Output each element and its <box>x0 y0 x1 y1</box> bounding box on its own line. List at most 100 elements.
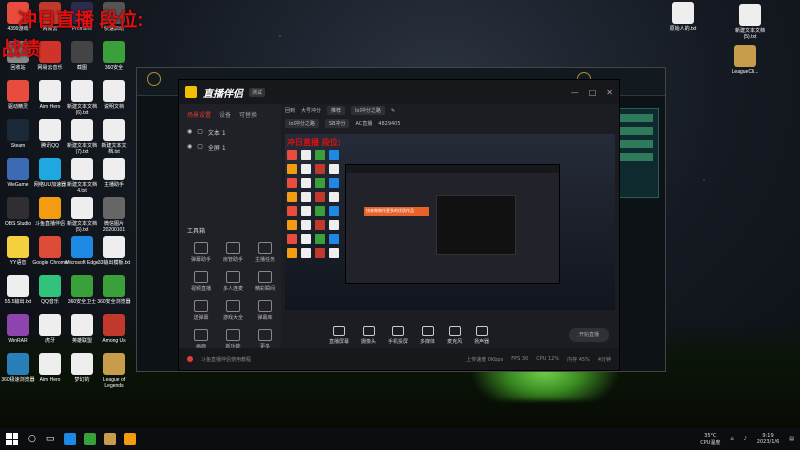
desktop-icon[interactable]: Steam <box>0 119 36 149</box>
tool-item[interactable]: 新功能 <box>219 329 247 350</box>
desktop-icon[interactable]: 斗鱼直播伴侣 <box>32 197 68 227</box>
scene-item[interactable]: ◉ ▢ 全屏 1 <box>179 140 281 155</box>
search-icon[interactable]: ○ <box>28 434 36 444</box>
tab-scene[interactable]: 场景设置 <box>187 110 211 119</box>
desktop-icon[interactable]: QQ音乐 <box>32 275 68 305</box>
tab-device[interactable]: 设备 <box>219 110 231 119</box>
desktop-icon[interactable]: Google Chrome <box>32 236 68 266</box>
stream-preview[interactable]: 冲日直播 段位: 快来做制作更多的优质作品 <box>285 134 615 310</box>
app-icon <box>39 158 61 180</box>
desktop-icon[interactable]: 说明文档 <box>96 80 132 110</box>
bottom-tool[interactable]: 直播屏幕 <box>329 326 349 345</box>
desktop-icon[interactable]: 主播助手 <box>96 158 132 188</box>
network-icon[interactable]: ⌂ <box>730 436 733 442</box>
clock[interactable]: 9:19 2023/1/6 <box>757 433 779 445</box>
go-live-button[interactable]: 开始直播 <box>569 328 609 342</box>
app-icon <box>103 80 125 102</box>
start-button[interactable] <box>6 433 18 445</box>
notification-icon[interactable]: ▤ <box>789 436 794 442</box>
tool-item[interactable]: 画面 <box>187 329 215 350</box>
close-button[interactable]: ✕ <box>606 88 613 97</box>
desktop-icon[interactable]: 英雄联盟 <box>64 314 100 344</box>
tool-item[interactable]: 多人连麦 <box>219 271 247 292</box>
desktop-icon[interactable]: 360安全卫士 <box>64 275 100 305</box>
tool-item[interactable]: 精彩瞬间 <box>251 271 279 292</box>
minimize-button[interactable]: — <box>571 88 579 97</box>
preview-desktop-icons <box>285 148 343 260</box>
edit-icon[interactable]: ✎ <box>391 108 395 114</box>
maximize-button[interactable]: □ <box>589 88 597 97</box>
bottom-tool[interactable]: 扬声器 <box>474 326 489 345</box>
streaming-app-window[interactable]: 直播伴侣 测试 — □ ✕ 场景设置 设备 可替换 ◉ ▢ 文本 1 ◉ ▢ 全… <box>178 79 620 371</box>
desktop-icon[interactable]: LeagueCli... <box>727 45 763 75</box>
info-chip[interactable]: 推荐 <box>327 106 346 115</box>
desktop-icon[interactable]: WinRAR <box>0 314 36 344</box>
desktop-icon[interactable]: 网络UU加速器 <box>32 158 68 188</box>
tag-chip[interactable]: lol冲分之路 <box>285 119 319 128</box>
desktop-icon[interactable]: League of Legends <box>96 353 132 389</box>
bottom-tool[interactable]: 麦克风 <box>447 326 462 345</box>
bottom-tool-icon <box>362 326 375 336</box>
tool-item[interactable]: 视频直播 <box>187 271 215 292</box>
desktop-icon[interactable]: 新建文本文档(7).txt <box>64 119 100 155</box>
desktop-icon[interactable]: 新建文本文档(5).txt <box>732 4 768 40</box>
eye-icon[interactable]: ◉ <box>187 143 192 152</box>
bottom-tool[interactable]: 多媒体 <box>420 326 435 345</box>
taskbar-app-icon[interactable] <box>64 433 77 445</box>
desktop-icon[interactable]: 新建文本文档.txt <box>96 119 132 155</box>
tool-item[interactable]: 主播任务 <box>251 242 279 263</box>
desktop-icon[interactable]: Microsoft Edge <box>64 236 100 266</box>
desktop-icon[interactable]: 腾讯QQ <box>32 119 68 149</box>
scene-item[interactable]: ◉ ▢ 文本 1 <box>179 125 281 140</box>
desktop-icon[interactable]: Aim Hero <box>32 80 68 110</box>
status-item[interactable]: 斗鱼直播伴侣使用教程 <box>201 356 251 363</box>
taskbar: ○ ▭ 35°C CPU温度 ⌂ ♪ 9:19 2023/1/6 ▤ <box>0 428 800 450</box>
lock-icon[interactable]: ▢ <box>197 143 203 152</box>
lock-icon[interactable]: ▢ <box>197 128 203 137</box>
desktop-icon[interactable]: 33输出模板.txt <box>96 236 132 266</box>
desktop-icon[interactable]: 驱动精灵 <box>0 80 36 110</box>
eye-icon[interactable]: ◉ <box>187 128 192 137</box>
tool-item[interactable]: 送弹幕 <box>187 300 215 321</box>
taskbar-app-icon[interactable] <box>124 433 137 445</box>
desktop-icon-label: WinRAR <box>8 338 28 344</box>
tag-chip[interactable]: SB冲分 <box>324 119 350 128</box>
desktop-icon[interactable]: 360安全浏览器 <box>96 275 132 305</box>
desktop-icon[interactable]: 新建文本文档(5).txt <box>64 197 100 233</box>
taskbar-app-icon[interactable] <box>84 433 97 445</box>
info-chip[interactable]: lol冲分之路 <box>351 106 385 115</box>
desktop-icon[interactable]: Aim Hero <box>32 353 68 383</box>
app-icon <box>39 314 61 336</box>
desktop-icon-label: OBS Studio <box>4 221 32 227</box>
tool-item[interactable]: 房管助手 <box>219 242 247 263</box>
task-view-icon[interactable]: ▭ <box>46 434 55 444</box>
app-icon <box>103 275 125 297</box>
desktop-icon-label: 驱动精灵 <box>7 104 28 110</box>
taskbar-app-icon[interactable] <box>104 433 117 445</box>
volume-icon[interactable]: ♪ <box>744 436 747 442</box>
tab-replace[interactable]: 可替换 <box>239 110 257 119</box>
bottom-tool[interactable]: 手机投屏 <box>388 326 408 345</box>
app-icon <box>103 314 125 336</box>
desktop-icon[interactable]: 55.5输出.txt <box>0 275 36 305</box>
tool-item[interactable]: 更多 <box>251 329 279 350</box>
desktop-icon[interactable]: 360安全 <box>96 41 132 71</box>
desktop-icon[interactable]: Among Us <box>96 314 132 344</box>
desktop-icon[interactable]: OBS Studio <box>0 197 36 227</box>
desktop-icon[interactable]: 新建文本文档4.txt <box>64 158 100 194</box>
desktop-icon[interactable]: 原始人的.txt <box>665 2 701 32</box>
bottom-tool[interactable]: 摄像头 <box>361 326 376 345</box>
desktop-icon[interactable]: 新建文本文档(6).txt <box>64 80 100 116</box>
desktop-icon[interactable]: 截图 <box>64 41 100 71</box>
tool-item[interactable]: 游戏大全 <box>219 300 247 321</box>
tool-item[interactable]: 弹幕助手 <box>187 242 215 263</box>
desktop-icon[interactable]: 虎牙 <box>32 314 68 344</box>
desktop-icon[interactable]: 梦幻的 <box>64 353 100 383</box>
desktop-icon[interactable]: YY语音 <box>0 236 36 266</box>
desktop-icon[interactable]: WeGame <box>0 158 36 188</box>
desktop-icon[interactable]: 360极速浏览器 <box>0 353 36 383</box>
desktop-icon[interactable]: 微信图片20200101 <box>96 197 132 233</box>
info-item: 大号冲分 <box>301 108 322 114</box>
tool-label: 主播任务 <box>254 257 275 263</box>
tool-item[interactable]: 弹幕库 <box>251 300 279 321</box>
